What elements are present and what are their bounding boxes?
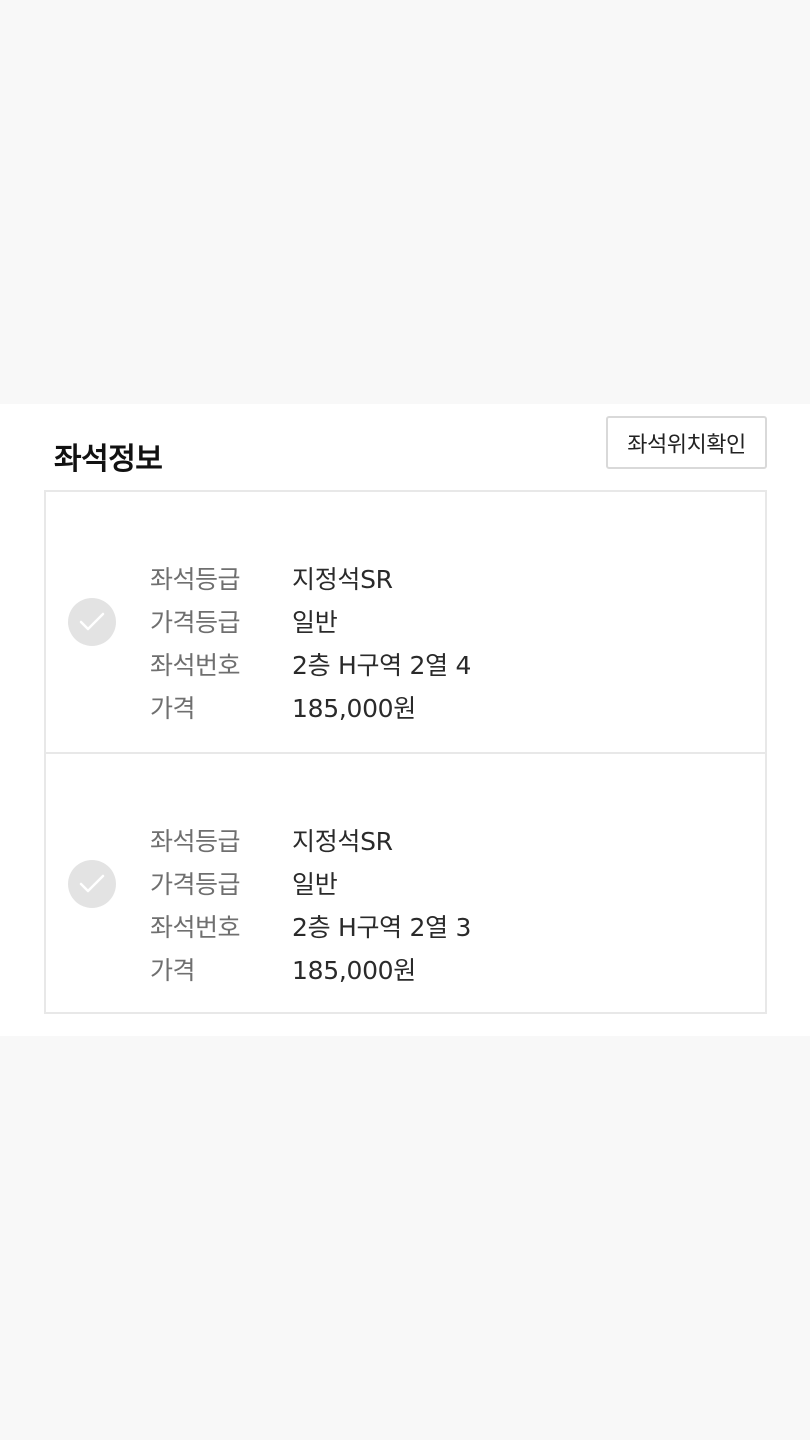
price-grade-label: 가격등급 [150,607,241,637]
price-value: 185,000원 [292,693,416,723]
seat-location-button[interactable]: 좌석위치확인 [606,416,767,469]
seat-number-row: 좌석번호 2층 H구역 2열 4 [150,642,471,685]
price-grade-value: 일반 [292,607,338,637]
seat-list: 좌석등급 지정석SR 가격등급 일반 좌석번호 2층 H구역 2열 4 가격 1… [44,490,767,1014]
seat-info-grid: 좌석등급 지정석SR 가격등급 일반 좌석번호 2층 H구역 2열 3 가격 1… [150,818,471,990]
seat-number-label: 좌석번호 [150,912,241,942]
price-row: 가격 185,000원 [150,685,471,728]
price-grade-label: 가격등급 [150,869,241,899]
seat-check-toggle[interactable] [68,860,116,908]
seat-info-panel: 좌석정보 좌석위치확인 좌석등급 지정석SR 가격등급 일반 좌석번호 2층 H… [0,404,810,1036]
seat-grade-row: 좌석등급 지정석SR [150,818,471,861]
price-value: 185,000원 [292,955,416,985]
seat-grade-label: 좌석등급 [150,564,241,594]
price-row: 가격 185,000원 [150,947,471,990]
seat-grade-value: 지정석SR [292,826,393,856]
seat-grade-row: 좌석등급 지정석SR [150,556,471,599]
seat-info-grid: 좌석등급 지정석SR 가격등급 일반 좌석번호 2층 H구역 2열 4 가격 1… [150,556,471,728]
seat-grade-label: 좌석등급 [150,826,241,856]
seat-item: 좌석등급 지정석SR 가격등급 일반 좌석번호 2층 H구역 2열 4 가격 1… [46,492,765,752]
seat-number-value: 2층 H구역 2열 3 [292,912,472,942]
check-icon [79,874,105,893]
price-grade-row: 가격등급 일반 [150,599,471,642]
check-icon [79,612,105,631]
seat-grade-value: 지정석SR [292,564,393,594]
price-grade-row: 가격등급 일반 [150,861,471,904]
seat-check-toggle[interactable] [68,598,116,646]
price-label: 가격 [150,693,196,723]
section-title: 좌석정보 [54,442,163,477]
seat-number-row: 좌석번호 2층 H구역 2열 3 [150,904,471,947]
seat-item: 좌석등급 지정석SR 가격등급 일반 좌석번호 2층 H구역 2열 3 가격 1… [46,752,765,1012]
price-grade-value: 일반 [292,869,338,899]
seat-number-label: 좌석번호 [150,650,241,680]
seat-number-value: 2층 H구역 2열 4 [292,650,472,680]
price-label: 가격 [150,955,196,985]
